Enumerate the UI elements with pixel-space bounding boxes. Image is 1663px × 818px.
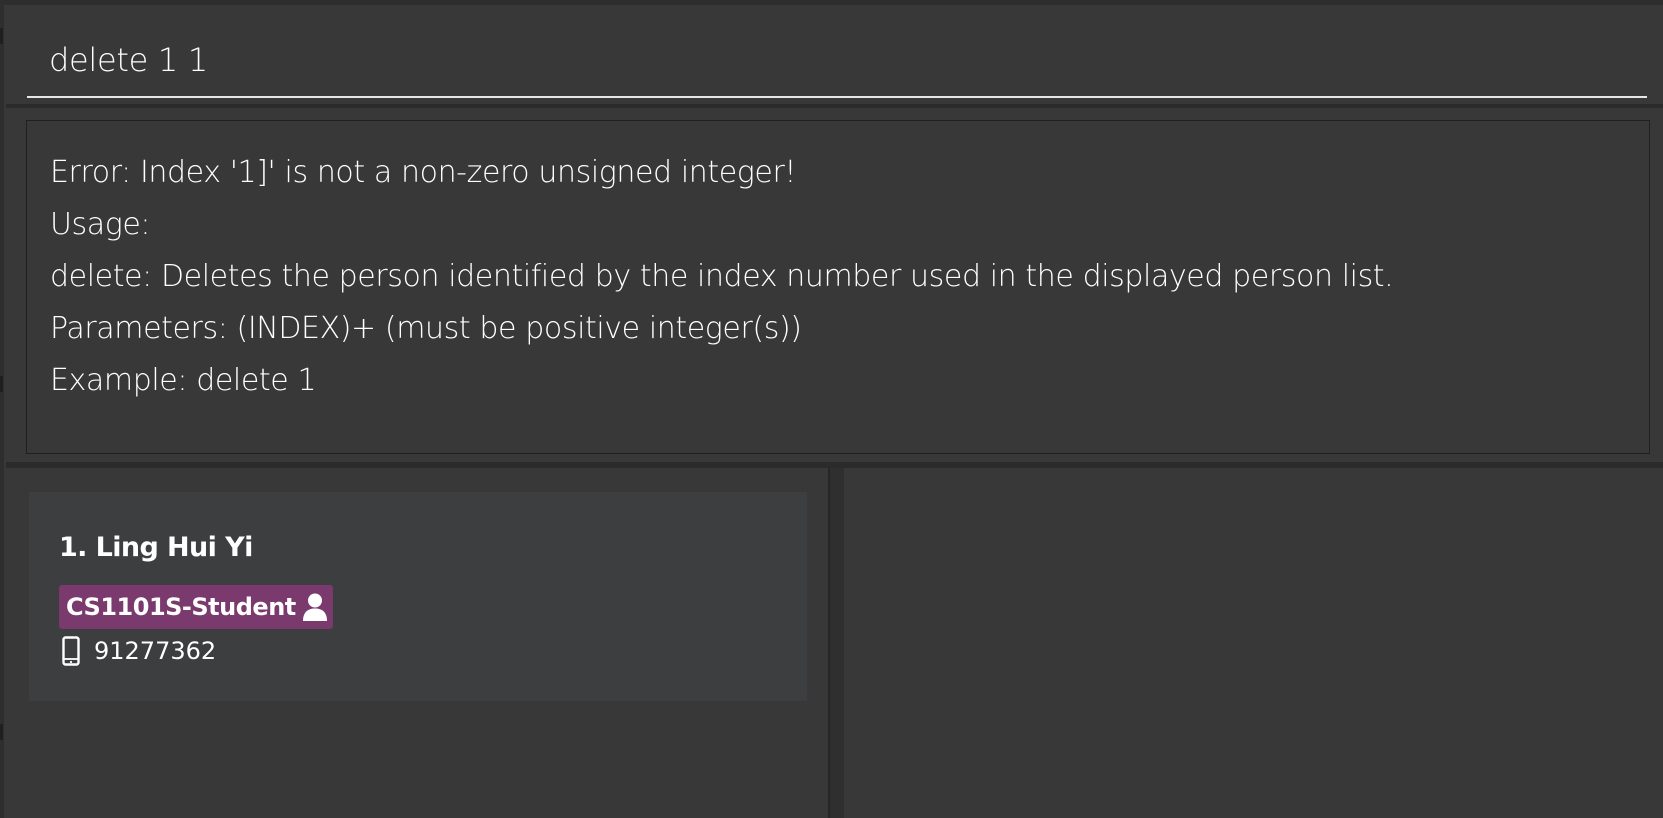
window-left-edge — [0, 0, 4, 818]
result-display[interactable]: Error: Index '1]' is not a non-zero unsi… — [26, 120, 1650, 454]
result-display-area: Error: Index '1]' is not a non-zero unsi… — [6, 110, 1663, 462]
panel-split-divider[interactable] — [828, 468, 844, 818]
result-error-line: Error: Index '1]' is not a non-zero unsi… — [50, 155, 797, 190]
app-window: Error: Index '1]' is not a non-zero unsi… — [0, 0, 1663, 818]
result-description-line: delete: Deletes the person identified by… — [50, 259, 1394, 294]
tag-label: CS1101S-Student — [66, 593, 296, 621]
section-divider — [6, 104, 1663, 108]
result-parameters-line: Parameters: (INDEX)+ (must be positive i… — [50, 311, 802, 346]
person-card[interactable]: 1. Ling Hui Yi CS1101S-Student 91277362 — [29, 492, 807, 701]
person-list-panel[interactable]: 1. Ling Hui Yi CS1101S-Student 91277362 — [6, 468, 828, 818]
person-icon — [302, 593, 327, 621]
mobile-phone-icon — [62, 636, 80, 666]
detail-panel — [844, 468, 1663, 818]
edge-mark — [0, 28, 3, 44]
person-tag: CS1101S-Student — [59, 585, 333, 629]
phone-number: 91277362 — [94, 637, 217, 665]
phone-row: 91277362 — [62, 636, 216, 666]
window-top-edge — [4, 0, 1663, 5]
result-usage-line: Usage: — [50, 207, 151, 242]
command-box — [6, 6, 1663, 106]
edge-mark — [0, 724, 3, 740]
edge-mark — [0, 376, 3, 392]
command-input[interactable] — [27, 24, 1647, 98]
result-example-line: Example: delete 1 — [50, 363, 317, 398]
person-name: 1. Ling Hui Yi — [59, 532, 253, 563]
